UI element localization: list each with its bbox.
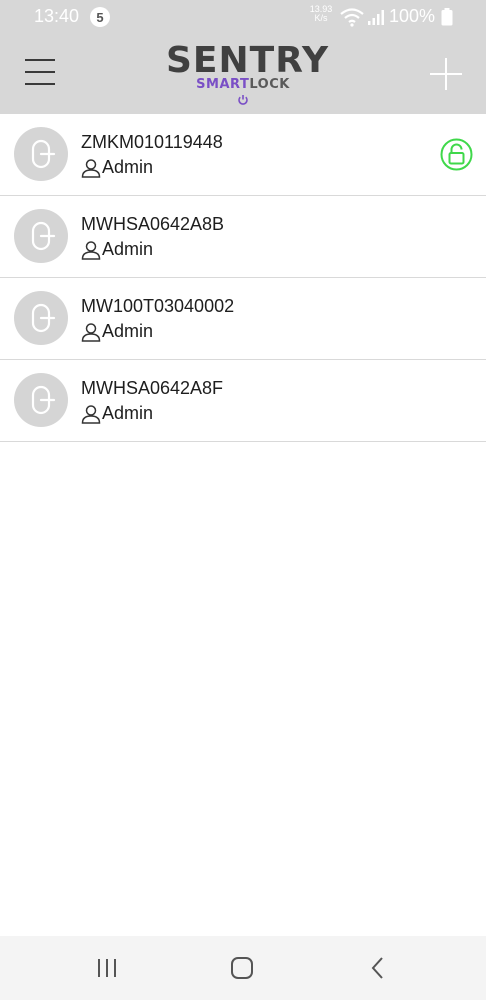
network-speed: 13.93 K/s [306, 5, 336, 23]
lock-role-label: Admin [102, 321, 154, 341]
hamburger-menu-icon[interactable] [25, 59, 55, 85]
lock-name: MWHSA0642A8F [81, 378, 224, 398]
lock-role-label: Admin [102, 157, 154, 177]
lock-role: Admin [81, 157, 153, 178]
recent-apps-icon[interactable] [96, 958, 118, 978]
lock-role: Admin [81, 403, 153, 424]
lock-role: Admin [81, 321, 153, 342]
logo-subtitle: SMARTLOCK [196, 77, 290, 92]
user-icon [81, 240, 101, 260]
sentry-smartlock-logo: SENTRY SMARTLOCK [166, 40, 330, 109]
user-icon [81, 158, 101, 178]
open-padlock-icon[interactable] [440, 138, 473, 171]
status-time: 13:40 [34, 6, 80, 26]
lock-avatar [14, 209, 68, 263]
lock-name: MW100T03040002 [81, 296, 235, 316]
lock-role-label: Admin [102, 239, 154, 259]
lock-list-item[interactable]: MWHSA0642A8F Admin [0, 360, 486, 442]
battery-icon [441, 8, 453, 26]
door-handle-icon [31, 385, 56, 415]
lock-list-item[interactable]: MWHSA0642A8B Admin [0, 196, 486, 278]
user-icon [81, 404, 101, 424]
door-handle-icon [31, 303, 56, 333]
power-icon [238, 95, 248, 105]
battery-percentage: 100% [389, 6, 436, 26]
user-icon [81, 322, 101, 342]
home-icon[interactable] [230, 956, 254, 980]
app-header: SENTRY SMARTLOCK [0, 34, 486, 114]
lock-avatar [14, 373, 68, 427]
door-handle-icon [31, 221, 56, 251]
add-lock-button[interactable] [430, 58, 462, 90]
lock-avatar [14, 291, 68, 345]
system-navigation-bar [0, 936, 486, 1000]
status-bar: 13:40 5 13.93 K/s 100% [0, 0, 486, 34]
lock-name: MWHSA0642A8B [81, 214, 225, 234]
lock-role: Admin [81, 239, 153, 260]
signal-strength-icon [368, 10, 384, 25]
door-handle-icon [31, 139, 56, 169]
back-icon[interactable] [369, 956, 387, 980]
lock-list-item[interactable]: ZMKM010119448 Admin [0, 114, 486, 196]
notification-count-badge: 5 [90, 7, 110, 27]
lock-name: ZMKM010119448 [81, 132, 223, 152]
wifi-icon [340, 8, 364, 27]
lock-role-label: Admin [102, 403, 154, 423]
logo-title: SENTRY [166, 40, 330, 81]
lock-list: ZMKM010119448 Admin MWHSA0642A8B Admin M… [0, 114, 486, 442]
lock-avatar [14, 127, 68, 181]
lock-list-item[interactable]: MW100T03040002 Admin [0, 278, 486, 360]
network-speed-unit: K/s [314, 13, 328, 23]
